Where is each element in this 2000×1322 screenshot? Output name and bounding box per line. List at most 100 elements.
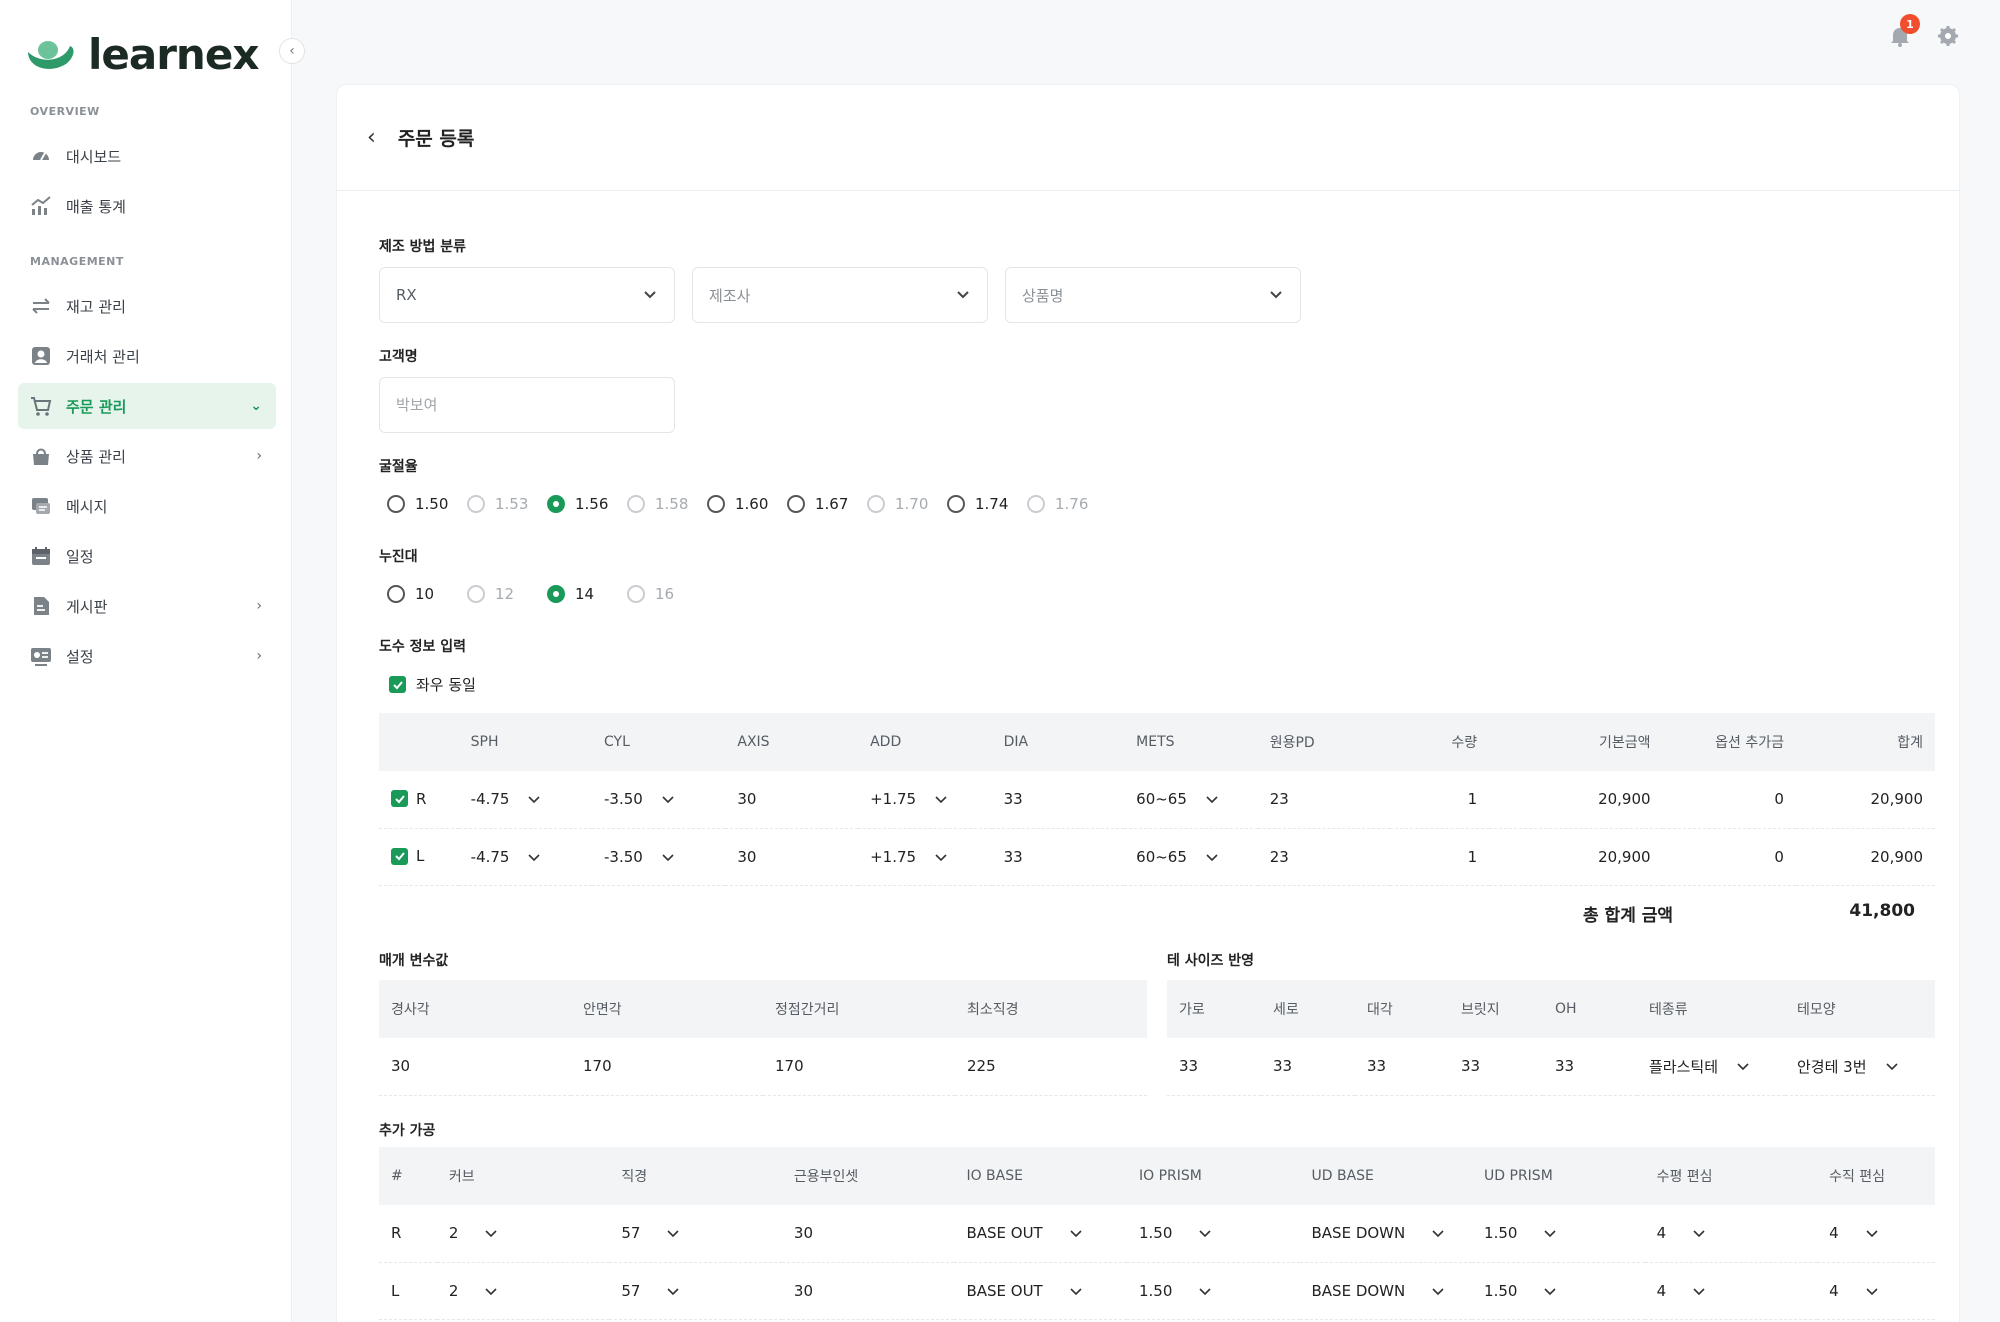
sidebar-item-products[interactable]: 상품 관리 ›	[18, 433, 276, 479]
param-header: 정점간거리	[763, 980, 955, 1038]
progressive-radio[interactable]: 14	[547, 585, 627, 603]
radio-label: 1.76	[1055, 495, 1089, 513]
extra-curve-cell[interactable]: 2	[436, 1262, 610, 1320]
refraction-radio[interactable]: 1.60	[707, 495, 787, 513]
extra-io_base-cell[interactable]: BASE OUT	[954, 1262, 1127, 1320]
sph-cell[interactable]: -4.75	[458, 771, 593, 829]
sidebar-item-sales-stats[interactable]: 매출 통계	[18, 183, 276, 229]
refraction-radio[interactable]: 1.50	[387, 495, 467, 513]
frame-value[interactable]: 33	[1167, 1038, 1261, 1096]
radio-circle-icon	[387, 495, 405, 513]
back-button[interactable]: ‹	[367, 125, 376, 150]
settings-button[interactable]	[1936, 24, 1960, 48]
sidebar-item-inventory[interactable]: 재고 관리	[18, 283, 276, 329]
chevron-down-icon	[1270, 291, 1282, 299]
extra-ud_prism-cell[interactable]: 1.50	[1472, 1262, 1645, 1320]
param-value[interactable]: 225	[955, 1038, 1147, 1096]
add-cell[interactable]: +1.75	[858, 771, 992, 829]
same-lr-checkbox[interactable]: 좌우 동일	[389, 674, 476, 695]
sidebar-item-dashboard[interactable]: 대시보드	[18, 133, 276, 179]
frame-header: 테종류	[1637, 980, 1785, 1038]
progressive-radio[interactable]: 10	[387, 585, 467, 603]
frame-value[interactable]: 33	[1355, 1038, 1449, 1096]
params-table: 경사각 안면각 정점간거리 최소직경 30 170 170 225	[379, 980, 1147, 1096]
axis-cell: 30	[725, 771, 859, 829]
prescription-label: 도수 정보 입력	[379, 639, 467, 655]
chevron-down-icon	[644, 291, 656, 299]
side-cell[interactable]: R	[379, 771, 459, 829]
maker-select[interactable]: 제조사	[692, 267, 988, 323]
frame-value[interactable]: 33	[1261, 1038, 1355, 1096]
chevron-right-icon: ›	[256, 648, 262, 664]
method-select[interactable]: RX	[379, 267, 675, 323]
frame-header: OH	[1543, 980, 1637, 1038]
col-header-sph: SPH	[458, 713, 593, 771]
dia-cell: 33	[991, 828, 1125, 886]
extra-h-cell[interactable]: 4	[1644, 1205, 1818, 1263]
table-header-row: # 커브 직경 근용부인셋 IO BASE IO PRISM UD BASE UD PRISM…	[379, 1147, 1935, 1205]
radio-label: 1.60	[735, 495, 769, 513]
notification-button[interactable]: 1	[1888, 14, 1920, 48]
method-select-value: RX	[396, 286, 417, 304]
message-icon	[30, 495, 52, 517]
collapse-sidebar-button[interactable]: ‹	[279, 38, 305, 64]
customer-name-input[interactable]	[379, 377, 675, 433]
refraction-radio[interactable]: 1.67	[787, 495, 867, 513]
extra-side-cell: R	[379, 1205, 437, 1263]
extra-io_prism-cell[interactable]: 1.50	[1126, 1205, 1300, 1263]
sidebar-item-label: 일정	[66, 547, 94, 566]
extra-ud_prism-cell[interactable]: 1.50	[1472, 1205, 1645, 1263]
col-header-sum: 합계	[1795, 713, 1935, 771]
extra-v-cell[interactable]: 4	[1817, 1205, 1935, 1263]
product-select[interactable]: 상품명	[1005, 267, 1301, 323]
extra-h-cell[interactable]: 4	[1644, 1262, 1818, 1320]
table-row: 33 33 33 33 33 플라스틱테 안경테 3번	[1167, 1038, 1935, 1096]
frame-value[interactable]: 33	[1449, 1038, 1543, 1096]
frame-value[interactable]: 33	[1543, 1038, 1637, 1096]
extra-io_prism-value: 1.50	[1138, 1224, 1173, 1243]
param-value[interactable]: 170	[763, 1038, 955, 1096]
extra-ud_base-cell[interactable]: BASE DOWN	[1299, 1262, 1473, 1320]
add-cell[interactable]: +1.75	[858, 828, 992, 886]
param-value[interactable]: 30	[379, 1038, 571, 1096]
app-root: learnex ‹ OVERVIEW 대시보드 매출 통계 MANAGEMENT…	[0, 0, 2000, 1322]
mets-cell[interactable]: 60~65	[1124, 828, 1258, 886]
refraction-radio[interactable]: 1.56	[547, 495, 627, 513]
chevron-down-icon	[1070, 1230, 1082, 1238]
extra-io_prism-cell[interactable]: 1.50	[1126, 1262, 1300, 1320]
param-value[interactable]: 170	[571, 1038, 763, 1096]
sidebar-item-schedule[interactable]: 일정	[18, 533, 276, 579]
chevron-down-icon	[485, 1287, 497, 1295]
extra-io_base-cell[interactable]: BASE OUT	[954, 1205, 1127, 1263]
side-cell[interactable]: L	[379, 828, 459, 886]
cyl-cell[interactable]: -3.50	[592, 771, 726, 829]
chevron-down-icon	[935, 796, 947, 804]
mets-cell[interactable]: 60~65	[1124, 771, 1258, 829]
param-header: 경사각	[379, 980, 571, 1038]
checkbox-checked-icon	[391, 847, 408, 865]
option-cell: 0	[1662, 828, 1796, 886]
extra-v-value: 4	[1829, 1224, 1839, 1243]
refraction-radio[interactable]: 1.74	[947, 495, 1027, 513]
frame-table: 가로 세로 대각 브릿지 OH 테종류 테모양 33 33 33 33 33 플라스틱테 안경테 3번	[1167, 980, 1935, 1096]
extra-v-cell[interactable]: 4	[1817, 1262, 1935, 1320]
sidebar-item-label: 게시판	[66, 597, 108, 616]
sidebar-item-orders[interactable]: 주문 관리 ⌄	[18, 383, 276, 429]
frame-value[interactable]: 플라스틱테	[1637, 1038, 1785, 1096]
frame-value[interactable]: 안경테 3번	[1785, 1038, 1935, 1096]
chevron-down-icon	[667, 1287, 680, 1295]
sidebar-item-messages[interactable]: 메시지	[18, 483, 276, 529]
extra-ud_base-cell[interactable]: BASE DOWN	[1299, 1205, 1473, 1263]
frame-header: 가로	[1167, 980, 1261, 1038]
chevron-down-icon	[1199, 1230, 1211, 1238]
sph-cell[interactable]: -4.75	[458, 828, 593, 886]
chevron-down-icon	[1885, 1063, 1898, 1071]
sidebar-item-settings[interactable]: 설정 ›	[18, 633, 276, 679]
logo[interactable]: learnex	[26, 30, 259, 79]
cyl-cell[interactable]: -3.50	[592, 828, 726, 886]
extra-curve-cell[interactable]: 2	[436, 1205, 610, 1263]
extra-diameter-cell[interactable]: 57	[609, 1262, 782, 1320]
extra-diameter-cell[interactable]: 57	[609, 1205, 782, 1263]
sidebar-item-clients[interactable]: 거래처 관리	[18, 333, 276, 379]
sidebar-item-board[interactable]: 게시판 ›	[18, 583, 276, 629]
